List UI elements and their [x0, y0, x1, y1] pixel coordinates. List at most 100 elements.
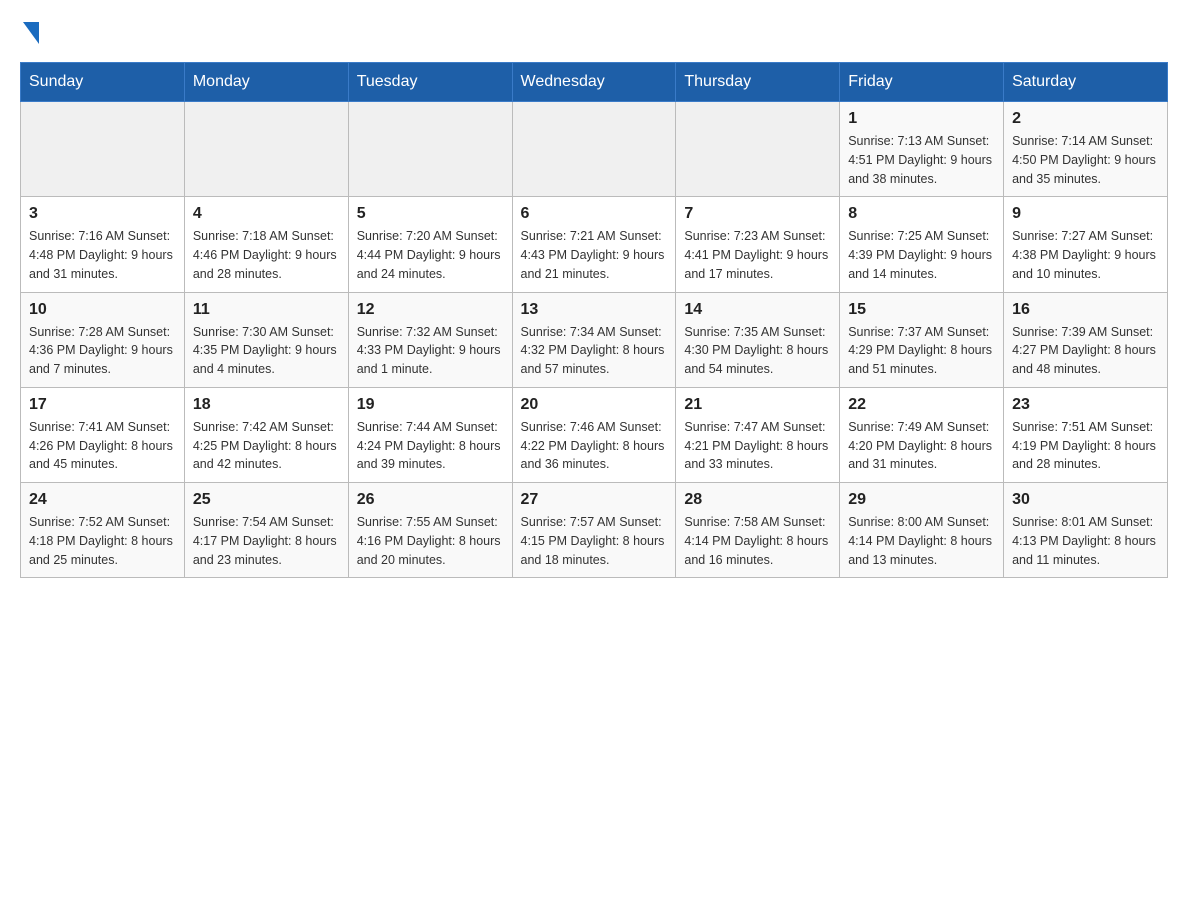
day-number: 2 — [1012, 110, 1159, 128]
day-number: 5 — [357, 205, 504, 223]
day-number: 28 — [684, 491, 831, 509]
calendar-cell: 7 Sunrise: 7:23 AM Sunset: 4:41 PM Daylig… — [676, 197, 840, 292]
calendar-cell: 11 Sunrise: 7:30 AM Sunset: 4:35 PM Dayli… — [184, 292, 348, 387]
day-info: Sunrise: 7:16 AM Sunset: 4:48 PM Dayligh… — [29, 227, 176, 283]
day-info: Sunrise: 7:39 AM Sunset: 4:27 PM Dayligh… — [1012, 323, 1159, 379]
calendar-header-row: SundayMondayTuesdayWednesdayThursdayFrid… — [21, 63, 1168, 102]
calendar-cell: 9 Sunrise: 7:27 AM Sunset: 4:38 PM Daylig… — [1004, 197, 1168, 292]
calendar-cell: 26 Sunrise: 7:55 AM Sunset: 4:16 PM Dayli… — [348, 483, 512, 578]
day-info: Sunrise: 7:54 AM Sunset: 4:17 PM Dayligh… — [193, 513, 340, 569]
calendar-cell — [676, 102, 840, 197]
day-number: 24 — [29, 491, 176, 509]
calendar-cell: 18Sunrise: 7:42 AM Sunset: 4:25 PM Dayli… — [184, 387, 348, 482]
day-number: 13 — [521, 301, 668, 319]
day-number: 17 — [29, 396, 176, 414]
calendar-cell: 20 Sunrise: 7:46 AM Sunset: 4:22 PM Dayli… — [512, 387, 676, 482]
day-info: Sunrise: 7:44 AM Sunset: 4:24 PM Dayligh… — [357, 418, 504, 474]
calendar-header-saturday: Saturday — [1004, 63, 1168, 102]
day-info: Sunrise: 7:30 AM Sunset: 4:35 PM Dayligh… — [193, 323, 340, 379]
calendar-cell: 17 Sunrise: 7:41 AM Sunset: 4:26 PM Dayli… — [21, 387, 185, 482]
day-info: Sunrise: 7:28 AM Sunset: 4:36 PM Dayligh… — [29, 323, 176, 379]
day-info: Sunrise: 7:25 AM Sunset: 4:39 PM Dayligh… — [848, 227, 995, 283]
day-info: Sunrise: 7:21 AM Sunset: 4:43 PM Dayligh… — [521, 227, 668, 283]
calendar-week-row: 17 Sunrise: 7:41 AM Sunset: 4:26 PM Dayli… — [21, 387, 1168, 482]
calendar-week-row: 1Sunrise: 7:13 AM Sunset: 4:51 PM Daylig… — [21, 102, 1168, 197]
day-number: 9 — [1012, 205, 1159, 223]
calendar-cell: 4 Sunrise: 7:18 AM Sunset: 4:46 PM Daylig… — [184, 197, 348, 292]
calendar-cell — [348, 102, 512, 197]
calendar-cell: 27 Sunrise: 7:57 AM Sunset: 4:15 PM Dayli… — [512, 483, 676, 578]
calendar-cell: 8 Sunrise: 7:25 AM Sunset: 4:39 PM Daylig… — [840, 197, 1004, 292]
calendar-cell: 25 Sunrise: 7:54 AM Sunset: 4:17 PM Dayli… — [184, 483, 348, 578]
calendar-header-sunday: Sunday — [21, 63, 185, 102]
day-info: Sunrise: 7:18 AM Sunset: 4:46 PM Dayligh… — [193, 227, 340, 283]
day-number: 26 — [357, 491, 504, 509]
day-number: 11 — [193, 301, 340, 319]
day-info: Sunrise: 8:00 AM Sunset: 4:14 PM Dayligh… — [848, 513, 995, 569]
day-number: 21 — [684, 396, 831, 414]
calendar-cell: 6 Sunrise: 7:21 AM Sunset: 4:43 PM Daylig… — [512, 197, 676, 292]
page-header — [20, 20, 1168, 42]
calendar-cell — [512, 102, 676, 197]
day-number: 7 — [684, 205, 831, 223]
calendar-week-row: 24 Sunrise: 7:52 AM Sunset: 4:18 PM Dayli… — [21, 483, 1168, 578]
calendar-header-thursday: Thursday — [676, 63, 840, 102]
day-number: 6 — [521, 205, 668, 223]
calendar-cell: 10 Sunrise: 7:28 AM Sunset: 4:36 PM Dayli… — [21, 292, 185, 387]
calendar-cell: 5 Sunrise: 7:20 AM Sunset: 4:44 PM Daylig… — [348, 197, 512, 292]
day-number: 16 — [1012, 301, 1159, 319]
day-info: Sunrise: 7:13 AM Sunset: 4:51 PM Dayligh… — [848, 132, 995, 188]
day-number: 27 — [521, 491, 668, 509]
calendar-header-friday: Friday — [840, 63, 1004, 102]
day-number: 30 — [1012, 491, 1159, 509]
day-info: Sunrise: 7:52 AM Sunset: 4:18 PM Dayligh… — [29, 513, 176, 569]
calendar-cell: 2 Sunrise: 7:14 AM Sunset: 4:50 PM Daylig… — [1004, 102, 1168, 197]
day-number: 19 — [357, 396, 504, 414]
calendar-cell: 29 Sunrise: 8:00 AM Sunset: 4:14 PM Dayli… — [840, 483, 1004, 578]
day-info: Sunrise: 7:46 AM Sunset: 4:22 PM Dayligh… — [521, 418, 668, 474]
day-info: Sunrise: 7:14 AM Sunset: 4:50 PM Dayligh… — [1012, 132, 1159, 188]
calendar-header-tuesday: Tuesday — [348, 63, 512, 102]
calendar-cell: 14Sunrise: 7:35 AM Sunset: 4:30 PM Dayli… — [676, 292, 840, 387]
calendar-cell — [184, 102, 348, 197]
day-info: Sunrise: 7:42 AM Sunset: 4:25 PM Dayligh… — [193, 418, 340, 474]
day-info: Sunrise: 7:20 AM Sunset: 4:44 PM Dayligh… — [357, 227, 504, 283]
day-number: 8 — [848, 205, 995, 223]
day-info: Sunrise: 7:47 AM Sunset: 4:21 PM Dayligh… — [684, 418, 831, 474]
day-info: Sunrise: 7:55 AM Sunset: 4:16 PM Dayligh… — [357, 513, 504, 569]
day-number: 15 — [848, 301, 995, 319]
calendar-cell: 19 Sunrise: 7:44 AM Sunset: 4:24 PM Dayli… — [348, 387, 512, 482]
day-number: 12 — [357, 301, 504, 319]
day-number: 23 — [1012, 396, 1159, 414]
calendar-cell: 16 Sunrise: 7:39 AM Sunset: 4:27 PM Dayli… — [1004, 292, 1168, 387]
day-number: 22 — [848, 396, 995, 414]
calendar-cell — [21, 102, 185, 197]
day-info: Sunrise: 7:27 AM Sunset: 4:38 PM Dayligh… — [1012, 227, 1159, 283]
calendar-cell: 13Sunrise: 7:34 AM Sunset: 4:32 PM Dayli… — [512, 292, 676, 387]
day-info: Sunrise: 7:41 AM Sunset: 4:26 PM Dayligh… — [29, 418, 176, 474]
day-number: 29 — [848, 491, 995, 509]
day-number: 14 — [684, 301, 831, 319]
day-number: 3 — [29, 205, 176, 223]
logo-triangle-icon — [23, 22, 39, 44]
day-number: 20 — [521, 396, 668, 414]
day-info: Sunrise: 7:23 AM Sunset: 4:41 PM Dayligh… — [684, 227, 831, 283]
calendar-table: SundayMondayTuesdayWednesdayThursdayFrid… — [20, 62, 1168, 578]
calendar-cell: 24 Sunrise: 7:52 AM Sunset: 4:18 PM Dayli… — [21, 483, 185, 578]
calendar-cell: 28Sunrise: 7:58 AM Sunset: 4:14 PM Dayli… — [676, 483, 840, 578]
day-info: Sunrise: 8:01 AM Sunset: 4:13 PM Dayligh… — [1012, 513, 1159, 569]
calendar-header-monday: Monday — [184, 63, 348, 102]
day-number: 4 — [193, 205, 340, 223]
logo — [20, 20, 39, 42]
day-info: Sunrise: 7:49 AM Sunset: 4:20 PM Dayligh… — [848, 418, 995, 474]
day-number: 25 — [193, 491, 340, 509]
day-info: Sunrise: 7:57 AM Sunset: 4:15 PM Dayligh… — [521, 513, 668, 569]
calendar-cell: 23 Sunrise: 7:51 AM Sunset: 4:19 PM Dayli… — [1004, 387, 1168, 482]
day-info: Sunrise: 7:51 AM Sunset: 4:19 PM Dayligh… — [1012, 418, 1159, 474]
calendar-cell: 22 Sunrise: 7:49 AM Sunset: 4:20 PM Dayli… — [840, 387, 1004, 482]
calendar-cell: 15 Sunrise: 7:37 AM Sunset: 4:29 PM Dayli… — [840, 292, 1004, 387]
day-info: Sunrise: 7:37 AM Sunset: 4:29 PM Dayligh… — [848, 323, 995, 379]
day-number: 10 — [29, 301, 176, 319]
calendar-header-wednesday: Wednesday — [512, 63, 676, 102]
calendar-week-row: 3 Sunrise: 7:16 AM Sunset: 4:48 PM Daylig… — [21, 197, 1168, 292]
